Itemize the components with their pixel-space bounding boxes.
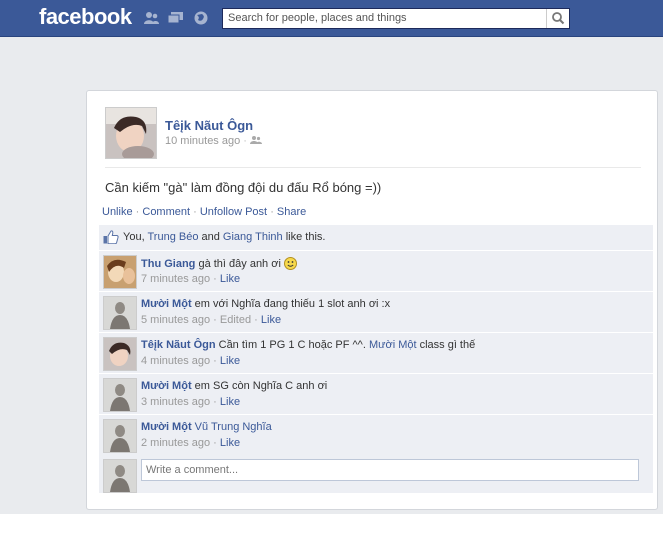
post-meta: 10 minutes ago ·	[165, 135, 263, 147]
comment-mention[interactable]: Mười Một	[369, 339, 417, 351]
commenter-avatar[interactable]	[103, 419, 137, 453]
comment-like-link[interactable]: Like	[220, 273, 240, 285]
comment-text: gà thì đây anh ơi	[198, 258, 281, 270]
top-bar: facebook Search for people, places and t…	[0, 0, 663, 37]
current-user-avatar	[103, 459, 137, 493]
likes-suffix: like this.	[282, 231, 326, 243]
facebook-logo[interactable]: facebook	[39, 4, 132, 30]
search-input[interactable]: Search for people, places and things	[228, 12, 407, 24]
friend-requests-icon[interactable]	[143, 11, 159, 25]
commenter-avatar[interactable]	[103, 337, 137, 371]
thumbs-up-icon	[103, 230, 119, 244]
likes-and: and	[198, 231, 223, 243]
comment-text: em SG còn Nghĩa C anh ơi	[194, 380, 328, 392]
comment-mention[interactable]: Vũ Trung Nghĩa	[195, 421, 272, 433]
comment-edited-label[interactable]: Edited	[220, 314, 251, 326]
unlike-link[interactable]: Unlike	[102, 206, 133, 218]
comment-like-link[interactable]: Like	[220, 396, 240, 408]
commenter-avatar[interactable]	[103, 378, 137, 412]
comment-timestamp[interactable]: 4 minutes ago	[141, 355, 210, 367]
comment-link[interactable]: Comment	[142, 206, 190, 218]
comment-item: Mười Một Vũ Trung Nghĩa 2 minutes ago · …	[99, 415, 653, 455]
liker-name-2[interactable]: Giang Thinh	[223, 231, 283, 243]
unfollow-post-link[interactable]: Unfollow Post	[200, 206, 267, 218]
commenter-name[interactable]: Thu Giang	[141, 258, 195, 270]
comment-text-2: class gì thế	[416, 339, 476, 351]
comment-item: Têįk Nãut Ôgn Cần tìm 1 PG 1 C hoặc PF ^…	[99, 333, 653, 373]
comment-text: em với Nghĩa đang thiếu 1 slot anh ơi :x	[194, 298, 391, 310]
comment-like-link[interactable]: Like	[220, 437, 240, 449]
search-icon	[552, 12, 565, 25]
comment-text: Cần tìm 1 PG 1 C hoặc PF ^^.	[218, 339, 369, 351]
post-timestamp[interactable]: 10 minutes ago	[165, 135, 240, 147]
liker-name-1[interactable]: Trung Béo	[147, 231, 198, 243]
comment-timestamp[interactable]: 7 minutes ago	[141, 273, 210, 285]
comment-like-link[interactable]: Like	[261, 314, 281, 326]
comment-item: Thu Giang gà thì đây anh ơi 7 minutes ag…	[99, 251, 653, 291]
search-box[interactable]: Search for people, places and things	[222, 8, 570, 29]
commenter-name[interactable]: Mười Một	[141, 380, 192, 392]
comment-timestamp[interactable]: 5 minutes ago	[141, 314, 210, 326]
commenter-avatar[interactable]	[103, 255, 137, 289]
notifications-globe-icon[interactable]	[193, 11, 209, 25]
share-link[interactable]: Share	[277, 206, 306, 218]
post-author-name[interactable]: Têįk Nãut Ôgn	[165, 118, 253, 133]
post-actions: Unlike · Comment · Unfollow Post · Share	[102, 206, 307, 218]
smiley-emoticon-icon	[283, 257, 297, 270]
audience-friends-icon[interactable]	[250, 135, 263, 145]
divider	[105, 167, 641, 168]
commenter-name[interactable]: Têįk Nãut Ôgn	[141, 339, 216, 351]
commenter-name[interactable]: Mười Một	[141, 421, 192, 433]
messages-icon[interactable]	[168, 11, 184, 25]
author-avatar[interactable]	[105, 107, 157, 159]
write-comment-row: Write a comment...	[99, 455, 653, 493]
comment-item: Mười Một em SG còn Nghĩa C anh ơi 3 minu…	[99, 374, 653, 414]
comment-timestamp[interactable]: 2 minutes ago	[141, 437, 210, 449]
story-card: Têįk Nãut Ôgn 10 minutes ago · Cần kiếm …	[86, 90, 658, 510]
commenter-avatar[interactable]	[103, 296, 137, 330]
likes-summary: You, Trung Béo and Giang Thinh like this…	[99, 225, 653, 250]
likes-you: You,	[123, 231, 148, 243]
post-message: Cần kiếm "gà" làm đồng đội du đấu Rổ bón…	[105, 180, 382, 195]
search-button[interactable]	[546, 9, 569, 28]
comment-item: Mười Một em với Nghĩa đang thiếu 1 slot …	[99, 292, 653, 332]
comment-like-link[interactable]: Like	[220, 355, 240, 367]
write-comment-input[interactable]: Write a comment...	[141, 459, 639, 481]
comment-timestamp[interactable]: 3 minutes ago	[141, 396, 210, 408]
commenter-name[interactable]: Mười Một	[141, 298, 192, 310]
